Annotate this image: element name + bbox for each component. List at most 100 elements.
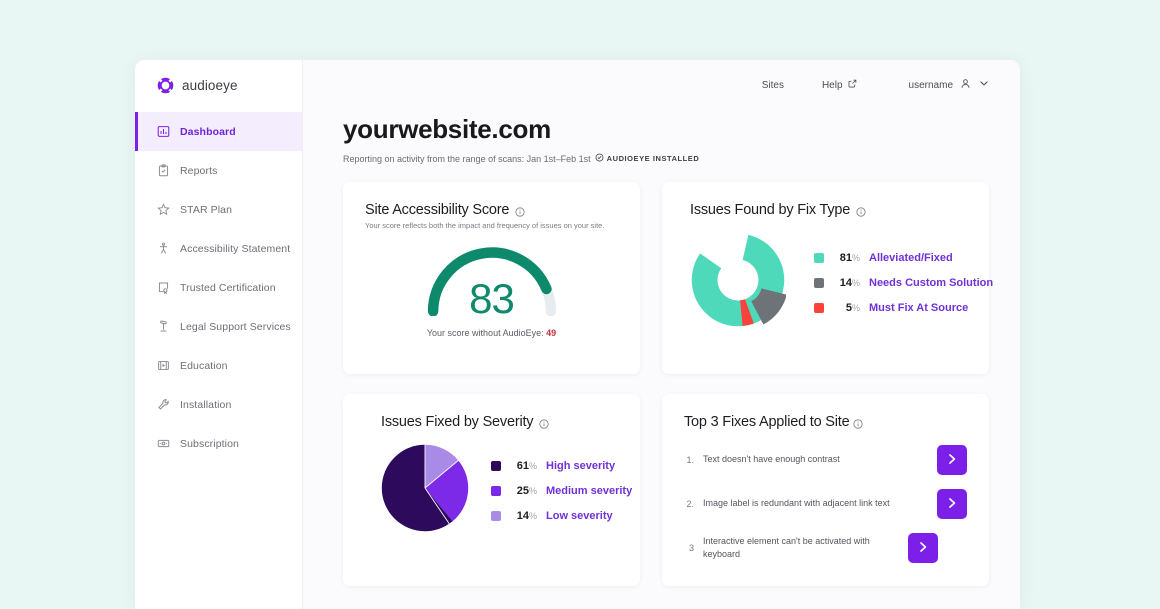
score-comparison-label: Your score without AudioEye:	[426, 328, 544, 338]
wrench-icon	[157, 398, 170, 411]
card-title-text: Issues Found by Fix Type	[690, 202, 851, 218]
sidebar-item-education[interactable]: Education	[135, 346, 302, 385]
person-icon	[960, 76, 971, 94]
chevron-down-icon[interactable]	[978, 76, 990, 94]
card-subtitle: Your score reflects both the impact and …	[365, 221, 605, 230]
sidebar-item-installation[interactable]: Installation	[135, 385, 302, 424]
sidebar: audioeye Dashboard Reports STAR Plan Acc…	[135, 60, 303, 609]
sidebar-item-label: Subscription	[180, 437, 239, 450]
legend-item: 25% Medium severity	[491, 485, 632, 497]
legend-value: 81%	[839, 251, 860, 264]
video-play-icon	[157, 359, 170, 372]
help-link[interactable]: Help	[822, 79, 857, 91]
status-badge: AUDIOEYE INSTALLED	[595, 153, 700, 164]
sidebar-item-label: Education	[180, 359, 228, 372]
star-icon	[157, 203, 170, 216]
legend-label: Must Fix At Source	[869, 301, 969, 314]
sidebar-item-legal-support-services[interactable]: Legal Support Services	[135, 307, 302, 346]
sidebar-item-label: Legal Support Services	[180, 320, 291, 333]
legend-label: Needs Custom Solution	[869, 276, 994, 289]
legend-value: 14%	[839, 276, 860, 289]
page-header: yourwebsite.com Reporting on activity fr…	[303, 110, 1020, 164]
sidebar-item-reports[interactable]: Reports	[135, 151, 302, 190]
legend-label: Alleviated/Fixed	[869, 251, 953, 264]
user-menu[interactable]: username	[909, 76, 990, 94]
fix-type-chart-row: 81% Alleviated/Fixed 14% Needs Custom So…	[690, 232, 993, 333]
info-icon[interactable]	[853, 417, 864, 429]
card-title: Issues Fixed by Severity	[381, 414, 618, 430]
legend-value: 61%	[516, 459, 537, 472]
dashboard-grid: Site Accessibility Score Your score refl…	[343, 182, 993, 586]
chevron-right-icon	[945, 496, 959, 513]
severity-legend: 61% High severity 25% Medium severity 14…	[491, 460, 632, 522]
sites-link[interactable]: Sites	[762, 80, 784, 91]
legend-swatch	[814, 252, 824, 263]
legend-label: Medium severity	[546, 484, 633, 497]
gavel-icon	[157, 320, 170, 333]
list-item: 3 Interactive element can't be activated…	[684, 532, 967, 564]
fix-type-donut-chart	[690, 232, 789, 333]
card-title: Issues Found by Fix Type	[690, 202, 967, 218]
list-item: 1. Text doesn't have enough contrast	[684, 444, 967, 476]
external-link-icon	[848, 79, 857, 91]
info-icon[interactable]	[856, 205, 866, 217]
legend-swatch	[491, 510, 501, 521]
sidebar-item-label: STAR Plan	[180, 203, 233, 216]
sidebar-item-label: Accessibility Statement	[180, 242, 291, 255]
legend-label: Low severity	[546, 509, 613, 522]
fix-type-legend: 81% Alleviated/Fixed 14% Needs Custom So…	[814, 252, 993, 314]
score-comparison-value: 49	[546, 328, 557, 338]
card-title-text: Top 3 Fixes Applied to Site	[684, 414, 850, 430]
sites-link-label: Sites	[761, 79, 784, 91]
status-badge-label: AUDIOEYE INSTALLED	[606, 154, 700, 163]
legend-swatch	[814, 302, 824, 313]
gauge-arc: 83	[417, 240, 567, 320]
sidebar-item-label: Trusted Certification	[180, 281, 276, 294]
legend-value: 5%	[845, 301, 860, 314]
view-fix-button[interactable]	[908, 533, 938, 563]
list-item-number: 2.	[686, 499, 694, 509]
username-label: username	[908, 79, 953, 91]
sidebar-item-trusted-certification[interactable]: Trusted Certification	[135, 268, 302, 307]
view-fix-button[interactable]	[937, 489, 967, 519]
legend-item: 14% Low severity	[491, 510, 632, 522]
card-title-text: Issues Fixed by Severity	[381, 414, 534, 430]
list-item-label: Text doesn't have enough contrast	[703, 454, 840, 465]
page-subtitle-text: Reporting on activity from the range of …	[343, 153, 591, 164]
top-bar: Sites Help username	[303, 60, 1020, 110]
severity-chart-row: 61% High severity 25% Medium severity 14…	[381, 444, 632, 537]
chevron-right-icon	[945, 452, 959, 469]
severity-pie-chart	[381, 444, 469, 537]
page-subtitle: Reporting on activity from the range of …	[343, 153, 1020, 164]
legend-value: 14%	[516, 509, 537, 522]
page-title: yourwebsite.com	[343, 114, 551, 144]
check-circle-icon	[595, 153, 604, 164]
legend-item: 61% High severity	[491, 460, 632, 472]
sidebar-item-label: Reports	[180, 164, 218, 177]
legend-swatch	[491, 460, 501, 471]
legend-value: 25%	[516, 484, 537, 497]
main-content: Sites Help username yourwebsite.com Repo…	[303, 60, 1020, 609]
chevron-right-icon	[916, 540, 930, 557]
legend-label: High severity	[546, 459, 616, 472]
sidebar-item-accessibility-statement[interactable]: Accessibility Statement	[135, 229, 302, 268]
score-gauge-chart: 83 Your score without AudioEye: 49	[365, 240, 618, 338]
clipboard-check-icon	[157, 164, 170, 177]
list-item-label: Image label is redundant with adjacent l…	[703, 498, 890, 509]
view-fix-button[interactable]	[937, 445, 967, 475]
score-value: 83	[469, 275, 515, 322]
sidebar-item-star-plan[interactable]: STAR Plan	[135, 190, 302, 229]
bar-chart-icon	[157, 125, 170, 138]
info-icon[interactable]	[515, 205, 525, 217]
legend-swatch	[814, 277, 824, 288]
sidebar-item-label: Installation	[180, 398, 232, 411]
sidebar-item-dashboard[interactable]: Dashboard	[135, 112, 302, 151]
sidebar-item-subscription[interactable]: Subscription	[135, 424, 302, 463]
brand-name: audioeye	[182, 77, 238, 93]
info-icon[interactable]	[539, 417, 549, 429]
legend-swatch	[491, 485, 501, 496]
brand[interactable]: audioeye	[135, 60, 302, 110]
list-item-number: 3	[688, 543, 694, 553]
sidebar-item-label: Dashboard	[180, 125, 236, 138]
card-issues-fixed-by-severity: Issues Fixed by Severity 61% High severi…	[343, 394, 640, 586]
